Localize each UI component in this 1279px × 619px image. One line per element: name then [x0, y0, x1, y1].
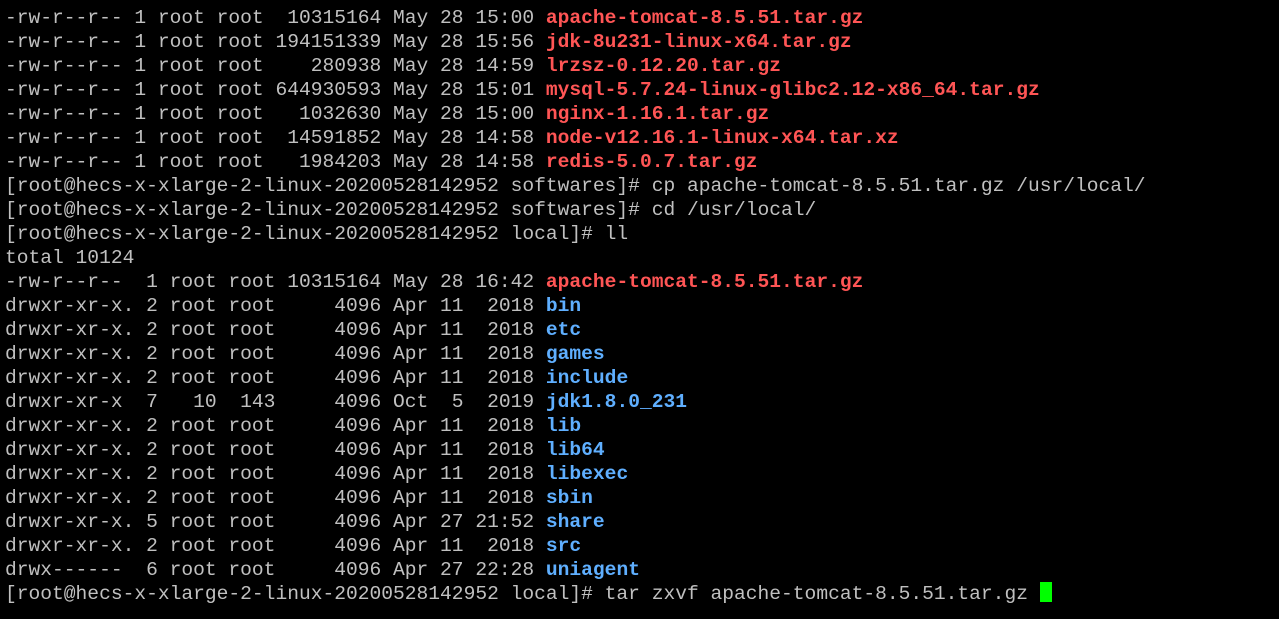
listing-row: drwx------ 6 root root 4096 Apr 27 22:28… [5, 558, 1279, 582]
listing-metadata: drwx------ 6 root root 4096 Apr 27 22:28 [5, 559, 546, 581]
listing-metadata: -rw-r--r-- 1 root root 644930593 May 28 … [5, 79, 546, 101]
listing-row: drwxr-xr-x. 2 root root 4096 Apr 11 2018… [5, 486, 1279, 510]
archive-file-name: nginx-1.16.1.tar.gz [545, 103, 770, 125]
text-cursor [1039, 582, 1052, 602]
listing-row: -rw-r--r-- 1 root root 1032630 May 28 15… [5, 102, 1279, 126]
archive-file-name: apache-tomcat-8.5.51.tar.gz [545, 271, 864, 293]
listing-metadata: drwxr-xr-x. 2 root root 4096 Apr 11 2018 [5, 463, 546, 485]
listing-metadata: -rw-r--r-- 1 root root 10315164 May 28 1… [5, 271, 546, 293]
archive-file-name: redis-5.0.7.tar.gz [545, 151, 758, 173]
directory-name: jdk1.8.0_231 [545, 391, 687, 413]
listing-row: drwxr-xr-x. 2 root root 4096 Apr 11 2018… [5, 366, 1279, 390]
archive-file-name: mysql-5.7.24-linux-glibc2.12-x86_64.tar.… [545, 79, 1040, 101]
output-text: [root@hecs-x-xlarge-2-linux-202005281429… [5, 175, 1146, 197]
listing-metadata: drwxr-xr-x. 2 root root 4096 Apr 11 2018 [5, 367, 546, 389]
listing-metadata: -rw-r--r-- 1 root root 10315164 May 28 1… [5, 7, 546, 29]
listing-row: -rw-r--r-- 1 root root 280938 May 28 14:… [5, 54, 1279, 78]
listing-row: drwxr-xr-x. 2 root root 4096 Apr 11 2018… [5, 534, 1279, 558]
directory-name: uniagent [545, 559, 640, 581]
listing-metadata: -rw-r--r-- 1 root root 1984203 May 28 14… [5, 151, 546, 173]
command-prompt-line: [root@hecs-x-xlarge-2-linux-202005281429… [5, 582, 1279, 606]
listing-metadata: drwxr-xr-x. 2 root root 4096 Apr 11 2018 [5, 319, 546, 341]
listing-row: drwxr-xr-x. 2 root root 4096 Apr 11 2018… [5, 318, 1279, 342]
listing-row: -rw-r--r-- 1 root root 10315164 May 28 1… [5, 270, 1279, 294]
directory-name: lib [545, 415, 582, 437]
output-text: [root@hecs-x-xlarge-2-linux-202005281429… [5, 199, 817, 221]
archive-file-name: node-v12.16.1-linux-x64.tar.xz [545, 127, 899, 149]
directory-name: bin [545, 295, 582, 317]
listing-row: -rw-r--r-- 1 root root 10315164 May 28 1… [5, 6, 1279, 30]
listing-metadata: drwxr-xr-x. 2 root root 4096 Apr 11 2018 [5, 343, 546, 365]
terminal-output-line: [root@hecs-x-xlarge-2-linux-202005281429… [5, 198, 1279, 222]
listing-row: -rw-r--r-- 1 root root 1984203 May 28 14… [5, 150, 1279, 174]
archive-file-name: apache-tomcat-8.5.51.tar.gz [545, 7, 864, 29]
listing-metadata: -rw-r--r-- 1 root root 1032630 May 28 15… [5, 103, 546, 125]
directory-name: lib64 [545, 439, 605, 461]
archive-file-name: jdk-8u231-linux-x64.tar.gz [545, 31, 852, 53]
listing-row: drwxr-xr-x. 2 root root 4096 Apr 11 2018… [5, 462, 1279, 486]
output-text: total 10124 [5, 247, 135, 269]
listing-row: drwxr-xr-x. 5 root root 4096 Apr 27 21:5… [5, 510, 1279, 534]
command-input[interactable]: [root@hecs-x-xlarge-2-linux-202005281429… [5, 583, 1040, 605]
listing-row: -rw-r--r-- 1 root root 644930593 May 28 … [5, 78, 1279, 102]
directory-name: share [545, 511, 605, 533]
listing-row: drwxr-xr-x. 2 root root 4096 Apr 11 2018… [5, 294, 1279, 318]
directory-name: etc [545, 319, 582, 341]
listing-metadata: drwxr-xr-x 7 10 143 4096 Oct 5 2019 [5, 391, 546, 413]
listing-row: -rw-r--r-- 1 root root 194151339 May 28 … [5, 30, 1279, 54]
listing-row: drwxr-xr-x. 2 root root 4096 Apr 11 2018… [5, 342, 1279, 366]
directory-name: src [545, 535, 582, 557]
listing-row: -rw-r--r-- 1 root root 14591852 May 28 1… [5, 126, 1279, 150]
output-text: [root@hecs-x-xlarge-2-linux-202005281429… [5, 223, 629, 245]
listing-metadata: drwxr-xr-x. 2 root root 4096 Apr 11 2018 [5, 295, 546, 317]
listing-metadata: drwxr-xr-x. 2 root root 4096 Apr 11 2018 [5, 487, 546, 509]
terminal-output-line: total 10124 [5, 246, 1279, 270]
listing-metadata: -rw-r--r-- 1 root root 14591852 May 28 1… [5, 127, 546, 149]
listing-metadata: -rw-r--r-- 1 root root 194151339 May 28 … [5, 31, 546, 53]
directory-name: sbin [545, 487, 593, 509]
terminal-window[interactable]: -rw-r--r-- 1 root root 10315164 May 28 1… [0, 0, 1279, 619]
listing-row: drwxr-xr-x. 2 root root 4096 Apr 11 2018… [5, 438, 1279, 462]
listing-metadata: drwxr-xr-x. 2 root root 4096 Apr 11 2018 [5, 535, 546, 557]
directory-name: games [545, 343, 605, 365]
listing-row: drwxr-xr-x 7 10 143 4096 Oct 5 2019 jdk1… [5, 390, 1279, 414]
directory-name: include [545, 367, 629, 389]
listing-row: drwxr-xr-x. 2 root root 4096 Apr 11 2018… [5, 414, 1279, 438]
terminal-output-line: [root@hecs-x-xlarge-2-linux-202005281429… [5, 222, 1279, 246]
listing-metadata: drwxr-xr-x. 2 root root 4096 Apr 11 2018 [5, 415, 546, 437]
directory-name: libexec [545, 463, 629, 485]
archive-file-name: lrzsz-0.12.20.tar.gz [545, 55, 782, 77]
listing-metadata: drwxr-xr-x. 5 root root 4096 Apr 27 21:5… [5, 511, 546, 533]
terminal-output-line: [root@hecs-x-xlarge-2-linux-202005281429… [5, 174, 1279, 198]
listing-metadata: drwxr-xr-x. 2 root root 4096 Apr 11 2018 [5, 439, 546, 461]
listing-metadata: -rw-r--r-- 1 root root 280938 May 28 14:… [5, 55, 546, 77]
